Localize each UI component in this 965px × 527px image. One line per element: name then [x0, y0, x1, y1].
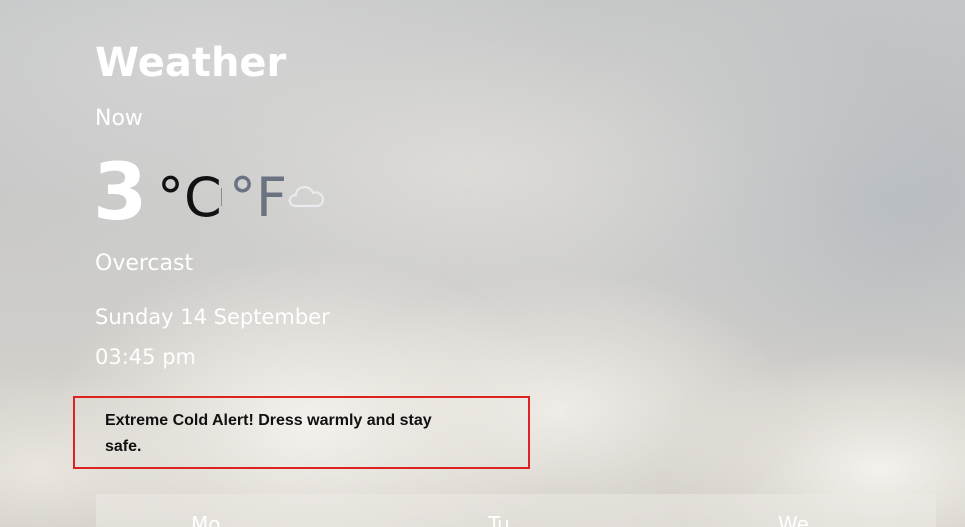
fahrenheit-toggle[interactable]: °F — [229, 166, 287, 230]
cloud-icon — [288, 182, 326, 210]
cold-alert-banner: Extreme Cold Alert! Dress warmly and sta… — [73, 396, 530, 469]
time-text: 03:45 pm — [95, 345, 196, 369]
alert-message: Extreme Cold Alert! Dress warmly and sta… — [105, 412, 432, 455]
unit-separator — [221, 188, 222, 206]
forecast-day-1[interactable]: Mo — [191, 512, 221, 527]
condition-text: Overcast — [95, 251, 194, 276]
app-title: Weather — [95, 40, 287, 86]
date-text: Sunday 14 September — [95, 305, 330, 329]
now-label: Now — [95, 106, 143, 131]
celsius-toggle[interactable]: °C — [157, 166, 222, 230]
forecast-day-2[interactable]: Tu — [488, 512, 510, 527]
forecast-bar: Mo Tu We — [96, 494, 936, 527]
temperature-value: 3 — [93, 148, 148, 238]
forecast-day-3[interactable]: We — [778, 512, 809, 527]
